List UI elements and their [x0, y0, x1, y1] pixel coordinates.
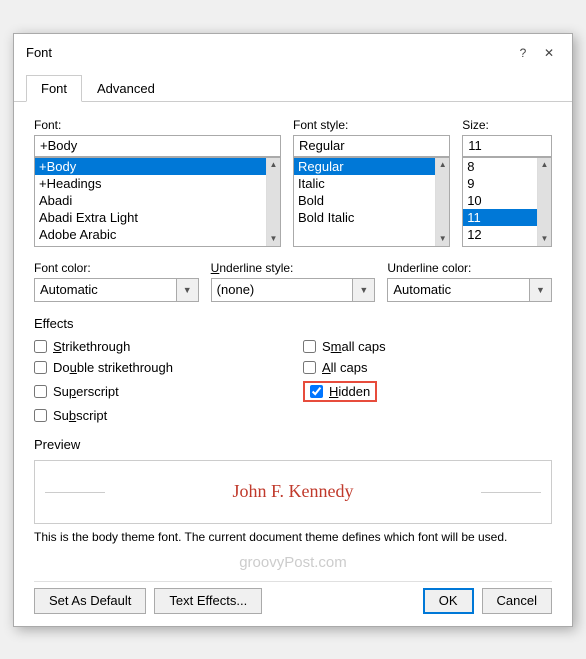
title-bar-controls: ? ✕: [512, 42, 560, 64]
underline-color-label: Underline color:: [387, 261, 552, 275]
list-item[interactable]: +Body: [35, 158, 266, 175]
title-bar: Font ? ✕: [14, 34, 572, 64]
preview-box: John F. Kennedy: [34, 460, 552, 524]
style-listbox-wrapper: Regular Italic Bold Bold Italic ▲ ▼: [293, 157, 450, 247]
superscript-checkbox[interactable]: [34, 385, 47, 398]
hidden-row: Hidden: [303, 381, 377, 402]
superscript-row: Superscript: [34, 381, 283, 402]
font-scrollbar: ▲ ▼: [266, 158, 280, 246]
dropdowns-row: Font color: Automatic ▼ Underline style:…: [34, 261, 552, 302]
style-input[interactable]: [293, 135, 450, 157]
font-input[interactable]: [34, 135, 281, 157]
list-item[interactable]: 9: [463, 175, 537, 192]
effects-grid: Strikethrough Small caps Double striketh…: [34, 339, 552, 423]
style-field-group: Font style: Regular Italic Bold Bold Ita…: [293, 118, 450, 247]
style-label: Font style:: [293, 118, 450, 132]
underline-style-label: Underline style:: [211, 261, 376, 275]
font-listbox-wrapper: +Body +Headings Abadi Abadi Extra Light …: [34, 157, 281, 247]
strikethrough-checkbox[interactable]: [34, 340, 47, 353]
double-strikethrough-label[interactable]: Double strikethrough: [53, 360, 173, 375]
size-listbox-wrapper: 8 9 10 11 12 ▲ ▼: [462, 157, 552, 247]
list-item[interactable]: Bold: [294, 192, 435, 209]
font-dialog: Font ? ✕ Font Advanced Font: +Body +Head: [13, 33, 573, 627]
tab-font[interactable]: Font: [26, 75, 82, 102]
list-item[interactable]: 12: [463, 226, 537, 243]
underline-style-dropdown[interactable]: (none) ▼: [211, 278, 376, 302]
size-listbox[interactable]: 8 9 10 11 12: [463, 158, 537, 246]
all-caps-checkbox[interactable]: [303, 361, 316, 374]
font-listbox[interactable]: +Body +Headings Abadi Abadi Extra Light …: [35, 158, 266, 246]
font-color-value: Automatic: [35, 282, 176, 297]
cancel-button[interactable]: Cancel: [482, 588, 552, 614]
hidden-checkbox[interactable]: [310, 385, 323, 398]
list-item[interactable]: 10: [463, 192, 537, 209]
small-caps-checkbox[interactable]: [303, 340, 316, 353]
subscript-row: Subscript: [34, 408, 283, 423]
watermark: groovyPost.com: [34, 554, 552, 571]
underline-color-value: Automatic: [388, 282, 529, 297]
list-item[interactable]: Abadi Extra Light: [35, 209, 266, 226]
scroll-down-btn[interactable]: ▼: [436, 232, 450, 246]
scroll-up-btn[interactable]: ▲: [267, 158, 281, 172]
preview-section-label: Preview: [34, 437, 552, 452]
underline-color-dropdown[interactable]: Automatic ▼: [387, 278, 552, 302]
scroll-up-btn[interactable]: ▲: [538, 158, 552, 172]
preview-caption: This is the body theme font. The current…: [34, 530, 552, 544]
list-item[interactable]: 11: [463, 209, 537, 226]
list-item[interactable]: 8: [463, 158, 537, 175]
list-item[interactable]: Regular: [294, 158, 435, 175]
strikethrough-label[interactable]: Strikethrough: [53, 339, 130, 354]
underline-style-group: Underline style: (none) ▼: [211, 261, 376, 302]
set-as-default-button[interactable]: Set As Default: [34, 588, 146, 614]
font-label: Font:: [34, 118, 281, 132]
scroll-down-btn[interactable]: ▼: [267, 232, 281, 246]
size-scrollbar: ▲ ▼: [537, 158, 551, 246]
style-listbox[interactable]: Regular Italic Bold Bold Italic: [294, 158, 435, 246]
font-style-size-row: Font: +Body +Headings Abadi Abadi Extra …: [34, 118, 552, 247]
font-color-group: Font color: Automatic ▼: [34, 261, 199, 302]
effects-section-label: Effects: [34, 316, 552, 331]
underline-style-value: (none): [212, 282, 353, 297]
small-caps-row: Small caps: [303, 339, 552, 354]
list-item[interactable]: +Headings: [35, 175, 266, 192]
all-caps-row: All caps: [303, 360, 552, 375]
subscript-label[interactable]: Subscript: [53, 408, 107, 423]
preview-section: Preview John F. Kennedy This is the body…: [34, 437, 552, 544]
underline-color-group: Underline color: Automatic ▼: [387, 261, 552, 302]
dialog-body: Font: +Body +Headings Abadi Abadi Extra …: [14, 102, 572, 626]
scroll-down-btn[interactable]: ▼: [538, 232, 552, 246]
double-strikethrough-checkbox[interactable]: [34, 361, 47, 374]
text-effects-button[interactable]: Text Effects...: [154, 588, 262, 614]
font-field-group: Font: +Body +Headings Abadi Abadi Extra …: [34, 118, 281, 247]
all-caps-label[interactable]: All caps: [322, 360, 368, 375]
close-button[interactable]: ✕: [538, 42, 560, 64]
list-item[interactable]: Abadi: [35, 192, 266, 209]
small-caps-label[interactable]: Small caps: [322, 339, 386, 354]
size-field-group: Size: 8 9 10 11 12 ▲ ▼: [462, 118, 552, 247]
size-label: Size:: [462, 118, 552, 132]
font-color-label: Font color:: [34, 261, 199, 275]
style-scrollbar: ▲ ▼: [435, 158, 449, 246]
underline-color-arrow[interactable]: ▼: [529, 279, 551, 301]
dialog-title: Font: [26, 45, 52, 60]
ok-button[interactable]: OK: [423, 588, 474, 614]
font-color-arrow[interactable]: ▼: [176, 279, 198, 301]
tab-advanced[interactable]: Advanced: [82, 75, 170, 102]
superscript-label[interactable]: Superscript: [53, 384, 119, 399]
hidden-label[interactable]: Hidden: [329, 384, 370, 399]
size-input[interactable]: [462, 135, 552, 157]
underline-style-arrow[interactable]: ▼: [352, 279, 374, 301]
preview-text: John F. Kennedy: [224, 481, 361, 502]
button-row: Set As Default Text Effects... OK Cancel: [34, 581, 552, 614]
list-item[interactable]: Italic: [294, 175, 435, 192]
font-color-dropdown[interactable]: Automatic ▼: [34, 278, 199, 302]
tab-bar: Font Advanced: [14, 66, 572, 102]
strikethrough-row: Strikethrough: [34, 339, 283, 354]
list-item[interactable]: Bold Italic: [294, 209, 435, 226]
help-button[interactable]: ?: [512, 42, 534, 64]
double-strike-row: Double strikethrough: [34, 360, 283, 375]
scroll-up-btn[interactable]: ▲: [436, 158, 450, 172]
list-item[interactable]: Adobe Arabic: [35, 226, 266, 243]
subscript-checkbox[interactable]: [34, 409, 47, 422]
